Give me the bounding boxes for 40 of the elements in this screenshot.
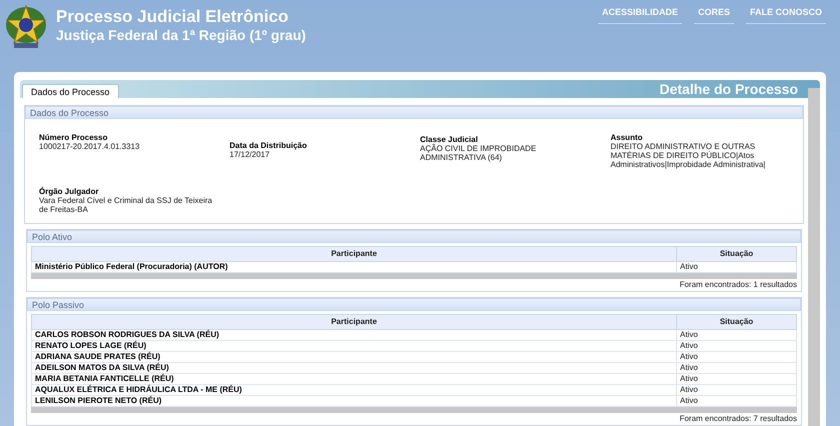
section-header: Polo Ativo (27, 230, 801, 243)
field-value: Vara Federal Cível e Criminal da SSJ de Teixeira de Freitas-BA (39, 196, 214, 214)
table-cell: RENATO LOPES LAGE (RÉU) (32, 340, 676, 352)
column-header: Participante (32, 246, 676, 262)
column-header: Situação (676, 246, 796, 262)
table-cell: ADRIANA SAUDE PRATES (RÉU) (32, 352, 676, 362)
column-header: Participante (32, 314, 676, 330)
field-value: AÇÃO CIVIL DE IMPROBIDADE ADMINISTRATIVA (64) (420, 144, 538, 162)
table-cell: Ativo (676, 384, 796, 396)
app-title: Processo Judicial Eletrônico (56, 7, 290, 27)
table-cell: Ativo (676, 340, 796, 352)
field-label: Data da Distribuição (230, 141, 308, 150)
field-value: 17/12/2017 (230, 150, 271, 159)
field-label: Número Processo (39, 133, 108, 142)
table-cell: Ativo (676, 352, 796, 362)
field-label: Órgão Julgador (39, 187, 100, 196)
results-count: Foram encontrados: 7 resultados (678, 413, 798, 424)
header-link[interactable]: ACESSIBILIDADE (598, 6, 682, 24)
table-cell: AQUALUX ELÉTRICA E HIDRÁULICA LTDA - ME (RÉU) (32, 384, 676, 396)
table-cell: CARLOS ROBSON RODRIGUES DA SILVA (RÉU) (32, 330, 676, 340)
panel-title: Detalhe do Processo (660, 80, 798, 98)
header-link[interactable]: FALE CONOSCO (746, 6, 826, 24)
table-cell: Ativo (676, 362, 796, 374)
scrollbar[interactable] (808, 88, 820, 426)
results-count: Foram encontrados: 1 resultados (678, 279, 798, 290)
table-cell: Ativo (676, 330, 796, 340)
coat-of-arms-icon (4, 3, 48, 51)
column-header: Situação (676, 314, 796, 330)
field-value: 1000217-20.2017.4.01.3313 (39, 142, 141, 151)
section-header: Polo Passivo (27, 298, 801, 311)
app-subtitle: Justiça Federal da 1ª Região (1º grau) (56, 27, 306, 43)
field-label: Assunto (610, 133, 644, 142)
table-cell: ADEILSON MATOS DA SILVA (RÉU) (32, 362, 676, 374)
field-label: Classe Judicial (420, 135, 479, 144)
table-cell: MARIA BETANIA FANTICELLE (RÉU) (32, 374, 676, 384)
header-link[interactable]: CORES (694, 6, 734, 24)
field-value: DIREITO ADMINISTRATIVO E OUTRAS MATÉRIAS DE DIREITO PÚBLICO|Atos Administrativos|Improbidade Administrativa| (610, 142, 766, 169)
section-header: Dados do Processo (25, 106, 803, 119)
tab[interactable]: Dados do Processo (22, 84, 119, 98)
table-cell: Ativo (676, 374, 796, 384)
